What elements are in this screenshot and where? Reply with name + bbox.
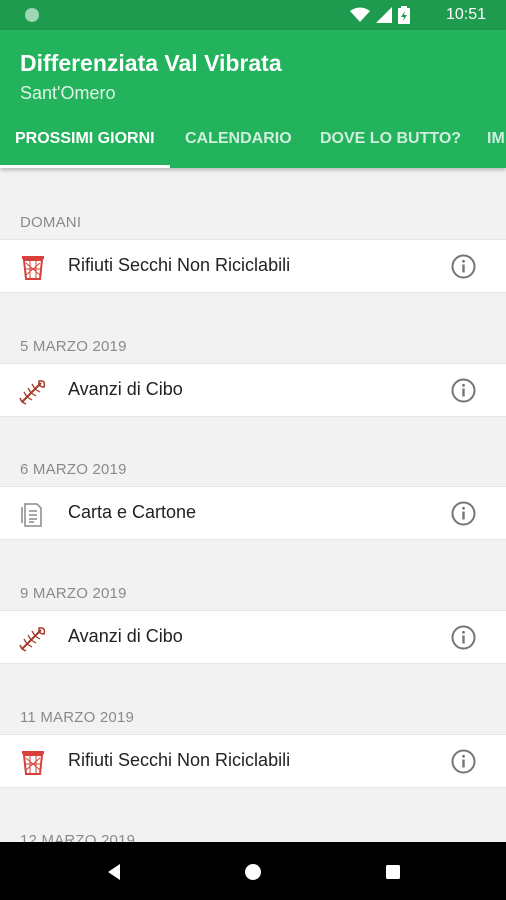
info-icon[interactable] xyxy=(451,378,476,403)
section-header: 6 MARZO 2019 xyxy=(20,461,127,478)
item-label: Rifiuti Secchi Non Riciclabili xyxy=(68,750,291,770)
paper-icon xyxy=(21,503,42,527)
tab-calendario[interactable]: CALENDARIO xyxy=(185,124,292,168)
section-header: 9 MARZO 2019 xyxy=(20,585,127,602)
home-icon[interactable] xyxy=(239,858,267,886)
trash-bin-icon xyxy=(22,751,44,775)
list-item[interactable]: Rifiuti Secchi Non Riciclabili xyxy=(0,734,506,788)
back-icon[interactable] xyxy=(100,858,128,886)
upcoming-days-list[interactable]: DOMANI Rifiuti Secchi Non Riciclabili 5 … xyxy=(0,168,506,842)
tab-im[interactable]: IM xyxy=(487,124,505,168)
recents-icon[interactable] xyxy=(379,858,407,886)
tab-prossimi-giorni[interactable]: PROSSIMI GIORNI xyxy=(15,124,155,168)
list-item[interactable]: Carta e Cartone xyxy=(0,486,506,540)
list-item[interactable]: Rifiuti Secchi Non Riciclabili xyxy=(0,239,506,293)
list-item[interactable]: Avanzi di Cibo xyxy=(0,610,506,664)
status-icons xyxy=(350,6,410,24)
info-icon[interactable] xyxy=(451,749,476,774)
notification-dot-icon xyxy=(25,8,39,22)
app-subtitle: Sant'Omero xyxy=(20,83,116,103)
trash-bin-icon xyxy=(22,256,44,280)
navigation-bar xyxy=(0,842,506,900)
section-header: 12 MARZO 2019 xyxy=(20,832,136,842)
app-bar: Differenziata Val Vibrata Sant'Omero PRO… xyxy=(0,30,506,168)
info-icon[interactable] xyxy=(451,625,476,650)
item-label: Avanzi di Cibo xyxy=(68,379,183,399)
status-bar: 10:51 xyxy=(0,0,506,30)
info-icon[interactable] xyxy=(451,501,476,526)
section-header: 11 MARZO 2019 xyxy=(20,709,135,726)
section-header: 5 MARZO 2019 xyxy=(20,338,127,355)
item-label: Carta e Cartone xyxy=(68,502,197,522)
signal-icon xyxy=(376,7,392,23)
tab-bar: PROSSIMI GIORNI CALENDARIO DOVE LO BUTTO… xyxy=(0,124,506,168)
status-time: 10:51 xyxy=(445,6,486,23)
item-label: Avanzi di Cibo xyxy=(68,626,183,646)
list-item[interactable]: Avanzi di Cibo xyxy=(0,363,506,417)
wifi-icon xyxy=(350,7,370,22)
app-title: Differenziata Val Vibrata xyxy=(20,50,282,76)
info-icon[interactable] xyxy=(451,254,476,279)
fish-bone-icon xyxy=(19,380,46,405)
item-label: Rifiuti Secchi Non Riciclabili xyxy=(68,255,291,275)
tab-dove-lo-butto[interactable]: DOVE LO BUTTO? xyxy=(320,124,461,168)
fish-bone-icon xyxy=(19,627,46,652)
battery-icon xyxy=(398,6,410,24)
section-header: DOMANI xyxy=(20,214,82,231)
